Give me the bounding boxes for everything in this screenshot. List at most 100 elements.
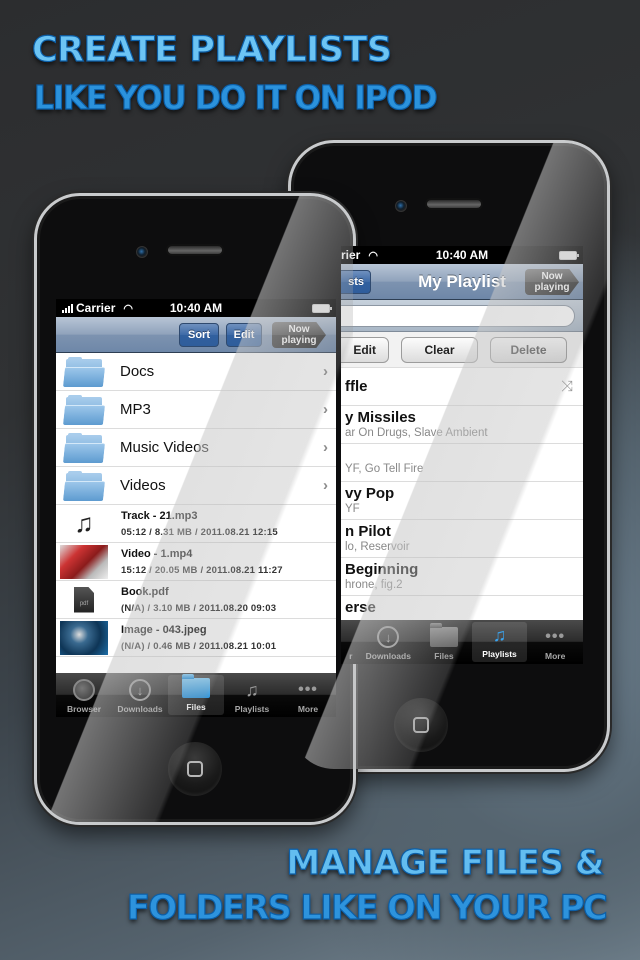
download-icon: ↓ xyxy=(129,679,151,701)
edit-button[interactable]: Edit xyxy=(226,323,262,347)
speaker-grille xyxy=(425,198,483,210)
home-button[interactable] xyxy=(168,742,222,796)
tab-label: More xyxy=(545,651,566,661)
file-row[interactable]: Video - 1.mp4 15:12 / 20.05 MB / 2011.08… xyxy=(56,543,336,581)
file-meta: 05:12 / 8.31 MB / 2011.08.21 12:15 xyxy=(121,526,278,538)
file-name: Image - 043.jpeg xyxy=(121,623,207,636)
tab-label: r xyxy=(349,651,353,661)
headline-folders-like-pc: FOLDERS LIKE ON YOUR PC xyxy=(126,887,608,928)
navigation-bar: sts My Playlist Now playing xyxy=(341,264,583,300)
home-button[interactable] xyxy=(394,698,448,752)
headline-like-ipod: LIKE YOU DO IT ON IPOD xyxy=(33,77,438,117)
file-row[interactable]: Image - 043.jpeg (N/A) / 0.46 MB / 2011.… xyxy=(56,619,336,657)
folder-row-videos[interactable]: Videos › xyxy=(56,467,336,505)
playlist-icon: ♫ xyxy=(492,624,507,645)
search-bar xyxy=(341,300,583,332)
folder-name: Docs xyxy=(120,363,155,380)
pdf-icon: pdf xyxy=(74,586,94,613)
song-row[interactable]: n Pilot lo, Reservoir xyxy=(341,520,583,558)
tab-label: More xyxy=(297,704,319,714)
folder-row-mp3[interactable]: MP3 › xyxy=(56,391,336,429)
tab-more[interactable]: ••• More xyxy=(527,620,583,664)
search-input[interactable] xyxy=(341,305,575,327)
song-row[interactable]: y Missiles ar On Drugs, Slave Ambient xyxy=(341,406,583,444)
chevron-right-icon: › xyxy=(323,439,328,456)
shuffle-icon: ⤨ xyxy=(560,378,573,395)
tab-label: Downloads xyxy=(117,704,163,714)
tab-more[interactable]: ••• More xyxy=(280,673,336,717)
chevron-right-icon: › xyxy=(323,401,328,418)
file-row[interactable]: ♫ Track - 21.mp3 05:12 / 8.31 MB / 2011.… xyxy=(56,505,336,543)
status-bar: Carrier ◠ 10:40 AM xyxy=(56,299,336,317)
more-dots-icon: ••• xyxy=(545,628,566,645)
file-name: Track - 21.mp3 xyxy=(121,509,198,522)
song-title: vy Pop xyxy=(345,485,395,502)
file-row[interactable]: pdf Book.pdf (N/A) / 3.10 MB / 2011.08.2… xyxy=(56,581,336,619)
tab-label: Files xyxy=(434,651,454,661)
playlist-screen: rier ◠ 10:40 AM sts My Playlist Now play… xyxy=(341,246,583,664)
camera-icon xyxy=(136,246,148,258)
file-meta: (N/A) / 3.10 MB / 2011.08.20 09:03 xyxy=(121,602,277,614)
tab-files[interactable]: Files xyxy=(416,620,472,664)
folder-icon xyxy=(429,623,458,647)
tab-bar: r ↓ Downloads Files ♫ Playlists ••• More xyxy=(341,620,583,664)
chevron-right-icon: › xyxy=(323,363,328,380)
tab-downloads[interactable]: ↓ Downloads xyxy=(112,673,168,717)
front-phone: Carrier ◠ 10:40 AM Sort Edit Now playing… xyxy=(34,193,356,825)
headline-manage-files: MANAGE FILES & xyxy=(286,842,605,883)
song-artist-album: lo, Reservoir xyxy=(345,541,410,553)
now-playing-line1: Now xyxy=(288,324,310,335)
song-title: erse xyxy=(345,599,376,616)
song-row[interactable]: vy Pop YF xyxy=(341,482,583,520)
playlist-icon: ♫ xyxy=(245,679,259,700)
folder-icon xyxy=(62,432,106,463)
tab-playlists[interactable]: ♫ Playlists xyxy=(471,622,528,662)
more-dots-icon: ••• xyxy=(298,681,318,698)
globe-icon xyxy=(73,679,95,701)
folder-row-music-videos[interactable]: Music Videos › xyxy=(56,429,336,467)
song-artist-album: ar On Drugs, Slave Ambient xyxy=(345,427,488,439)
folder-icon xyxy=(182,674,210,698)
headline-create-playlists: CREATE PLAYLISTS xyxy=(31,29,392,70)
file-name: Video - 1.mp4 xyxy=(121,547,193,560)
folder-icon xyxy=(62,394,106,425)
navigation-bar: Sort Edit Now playing xyxy=(56,317,336,353)
image-thumbnail xyxy=(60,620,108,655)
now-playing-button[interactable]: Now playing xyxy=(525,269,579,295)
song-row[interactable]: YF, Go Tell Fire xyxy=(341,444,583,482)
now-playing-button[interactable]: Now playing xyxy=(272,322,326,348)
playlist-actions: Edit Clear Delete xyxy=(341,332,583,368)
tab-downloads[interactable]: ↓ Downloads xyxy=(360,620,416,664)
camera-icon xyxy=(395,200,407,212)
song-artist-album: YF, Go Tell Fire xyxy=(345,463,424,475)
folder-row-docs[interactable]: Docs › xyxy=(56,353,336,391)
file-meta: 15:12 / 20.05 MB / 2011.08.21 11:27 xyxy=(121,564,283,576)
song-artist-album: hrone, fig.2 xyxy=(345,579,403,591)
now-playing-line1: Now xyxy=(541,271,563,282)
status-time: 10:40 AM xyxy=(435,248,489,262)
video-thumbnail xyxy=(60,544,108,579)
shuffle-row[interactable]: ffle ⤨ xyxy=(341,368,583,406)
edit-button[interactable]: Edit xyxy=(341,336,389,363)
download-icon: ↓ xyxy=(377,626,400,648)
tab-browser[interactable]: r xyxy=(341,620,360,664)
folder-name: Videos xyxy=(120,477,166,494)
sort-button[interactable]: Sort xyxy=(179,323,219,347)
tab-files[interactable]: Files xyxy=(168,674,224,715)
song-title xyxy=(345,444,583,462)
folder-name: Music Videos xyxy=(120,439,209,456)
chevron-right-icon: › xyxy=(323,477,328,494)
file-meta: (N/A) / 0.46 MB / 2011.08.21 10:01 xyxy=(121,640,277,652)
battery-icon xyxy=(559,251,579,260)
file-name: Book.pdf xyxy=(121,585,169,598)
tab-browser[interactable]: Browser xyxy=(56,673,112,717)
now-playing-line2: playing xyxy=(534,282,570,293)
delete-button[interactable]: Delete xyxy=(490,336,567,363)
clear-button[interactable]: Clear xyxy=(401,336,478,363)
song-artist-album: YF xyxy=(345,503,360,515)
music-note-icon: ♫ xyxy=(74,508,94,538)
tab-playlists[interactable]: ♫ Playlists xyxy=(224,673,280,717)
tab-label: Playlists xyxy=(482,649,517,659)
status-bar: rier ◠ 10:40 AM xyxy=(341,246,583,264)
song-row[interactable]: Beginning hrone, fig.2 xyxy=(341,558,583,596)
